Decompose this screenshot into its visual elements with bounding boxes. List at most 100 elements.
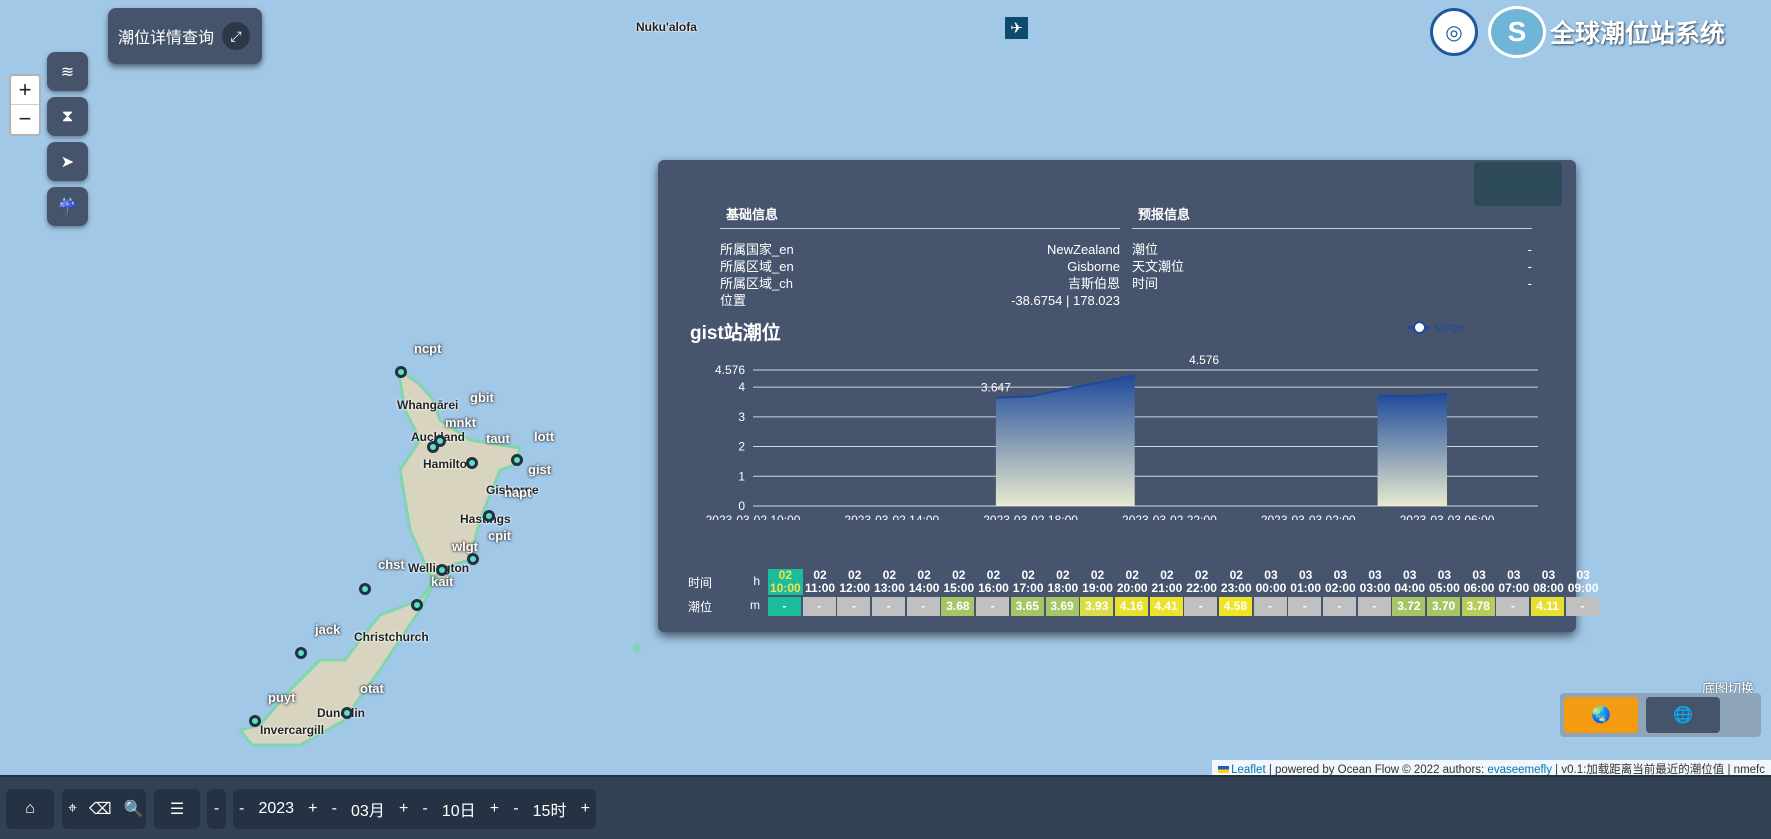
level-cell[interactable]: 3.70	[1427, 597, 1461, 616]
airplane-icon[interactable]: ✈	[1005, 17, 1028, 39]
station-marker[interactable]	[395, 366, 407, 378]
prev-button[interactable]: -	[207, 789, 226, 829]
time-cell-hour: 15:00	[943, 581, 975, 595]
close-button[interactable]	[1474, 162, 1562, 206]
level-cell[interactable]: 3.69	[1045, 597, 1079, 616]
station-marker[interactable]	[359, 583, 371, 595]
time-cell[interactable]: 03 00:00	[1254, 569, 1289, 595]
level-cell[interactable]: 3.72	[1392, 597, 1426, 616]
zoom-in-button[interactable]: +	[11, 76, 39, 105]
level-cell[interactable]: -	[802, 597, 836, 616]
level-cell[interactable]: 3.68	[941, 597, 975, 616]
level-cell[interactable]: 3.65	[1010, 597, 1044, 616]
expand-icon[interactable]: ⤢	[222, 22, 251, 50]
info-row: 所属国家_en NewZealand	[720, 241, 1120, 258]
tide-detail-query-panel[interactable]: 潮位详情查询 ⤢	[108, 8, 262, 64]
level-cell[interactable]: 4.58	[1218, 597, 1252, 616]
time-cell[interactable]: 03 09:00	[1566, 569, 1601, 595]
level-cell[interactable]: 4.11	[1531, 597, 1565, 616]
level-cell[interactable]: 3.93	[1080, 597, 1114, 616]
time-cell[interactable]: 02 10:00	[768, 569, 803, 595]
level-cell[interactable]: -	[1184, 597, 1218, 616]
level-cell[interactable]: -	[1253, 597, 1287, 616]
month-plus-button[interactable]: +	[393, 800, 414, 818]
time-cell[interactable]: 02 13:00	[872, 569, 907, 595]
level-cell[interactable]: -	[837, 597, 871, 616]
time-cell[interactable]: 02 14:00	[907, 569, 942, 595]
time-cell[interactable]: 02 18:00	[1046, 569, 1081, 595]
month-minus-button[interactable]: -	[326, 800, 343, 818]
station-label: taut	[486, 431, 510, 446]
attribution-text: | powered by Ocean Flow © 2022 authors:	[1265, 764, 1488, 776]
time-cell[interactable]: 03 01:00	[1288, 569, 1323, 595]
map-canvas[interactable]: Nuku'alofa Whangārei Auckland Hamilton G…	[0, 0, 1771, 777]
day-minus-button[interactable]: -	[416, 800, 433, 818]
time-cell[interactable]: 02 22:00	[1184, 569, 1219, 595]
time-label: 时间	[688, 575, 713, 590]
level-cell[interactable]: -	[906, 597, 940, 616]
level-cell[interactable]: -	[1565, 597, 1599, 616]
time-cell[interactable]: 02 21:00	[1150, 569, 1185, 595]
info-value: Gisborne	[1067, 259, 1120, 274]
eraser-icon[interactable]: ⌫	[83, 799, 118, 819]
level-cell[interactable]: -	[1288, 597, 1322, 616]
storm-surge-icon[interactable]: ☔	[47, 187, 88, 226]
level-cell[interactable]: -	[768, 597, 801, 616]
time-cell[interactable]: 02 11:00	[803, 569, 838, 595]
home-button[interactable]: ⌂	[6, 789, 54, 829]
locate-icon[interactable]: ⌖	[62, 800, 83, 818]
time-cell[interactable]: 02 17:00	[1011, 569, 1046, 595]
time-cell[interactable]: 02 12:00	[837, 569, 872, 595]
station-marker[interactable]	[341, 707, 353, 719]
navigation-icon[interactable]: ➤	[47, 142, 88, 181]
time-cell[interactable]: 03 02:00	[1323, 569, 1358, 595]
level-cell[interactable]: -	[1357, 597, 1391, 616]
time-cell[interactable]: 03 06:00	[1462, 569, 1497, 595]
basemap-globe-button[interactable]: 🌐	[1646, 697, 1720, 733]
level-cell[interactable]: -	[976, 597, 1010, 616]
hour-minus-button[interactable]: -	[507, 800, 524, 818]
time-cell-hour: 21:00	[1151, 581, 1183, 595]
waves-icon[interactable]: ≋	[47, 52, 88, 91]
time-cell[interactable]: 03 07:00	[1496, 569, 1531, 595]
level-cell[interactable]: -	[1323, 597, 1356, 616]
hour-plus-button[interactable]: +	[575, 800, 596, 818]
time-cell[interactable]: 02 23:00	[1219, 569, 1254, 595]
hourglass-icon[interactable]: ⧗	[47, 97, 88, 136]
time-cell[interactable]: 03 05:00	[1427, 569, 1462, 595]
time-cell[interactable]: 02 16:00	[976, 569, 1011, 595]
level-cell[interactable]: 3.78	[1461, 597, 1495, 616]
time-cell[interactable]: 02 20:00	[1115, 569, 1150, 595]
author-link[interactable]: evaseemefly	[1487, 764, 1552, 775]
tide-chart[interactable]: 0 1 2 3 4 4.576 2023-03-02 10:00 2023-03-02 14:…	[658, 350, 1576, 520]
info-label: 天文潮位	[1132, 259, 1185, 274]
station-marker[interactable]	[427, 441, 439, 453]
system-logo-icon: S	[1488, 6, 1546, 58]
level-cell[interactable]: 4.41	[1149, 597, 1183, 616]
station-marker[interactable]	[483, 510, 495, 522]
station-marker[interactable]	[511, 454, 523, 466]
layers-button[interactable]: ☰	[154, 789, 200, 829]
day-plus-button[interactable]: +	[484, 800, 505, 818]
time-cell[interactable]: 02 15:00	[941, 569, 976, 595]
station-marker[interactable]	[466, 457, 478, 469]
basemap-terrain-button[interactable]: 🌏	[1564, 697, 1638, 733]
time-cell[interactable]: 03 03:00	[1358, 569, 1393, 595]
year-plus-button[interactable]: +	[302, 800, 323, 818]
level-cell[interactable]: 4.16	[1114, 597, 1148, 616]
station-marker[interactable]	[249, 715, 261, 727]
level-cell[interactable]: -	[872, 597, 906, 616]
time-cell[interactable]: 02 19:00	[1080, 569, 1115, 595]
station-marker[interactable]	[467, 553, 479, 565]
level-cell[interactable]: -	[1496, 597, 1530, 616]
zoom-out-button[interactable]: −	[11, 105, 39, 134]
zoom-search-icon[interactable]: 🔍	[118, 799, 150, 819]
time-cell[interactable]: 03 08:00	[1531, 569, 1566, 595]
leaflet-link[interactable]: Leaflet	[1231, 764, 1266, 775]
chart-legend[interactable]: surge	[1408, 320, 1464, 334]
year-minus-button[interactable]: -	[233, 800, 250, 818]
time-cell[interactable]: 03 04:00	[1392, 569, 1427, 595]
station-marker[interactable]	[295, 647, 307, 659]
station-marker[interactable]	[411, 599, 423, 611]
time-cell-hour: 04:00	[1394, 581, 1426, 595]
